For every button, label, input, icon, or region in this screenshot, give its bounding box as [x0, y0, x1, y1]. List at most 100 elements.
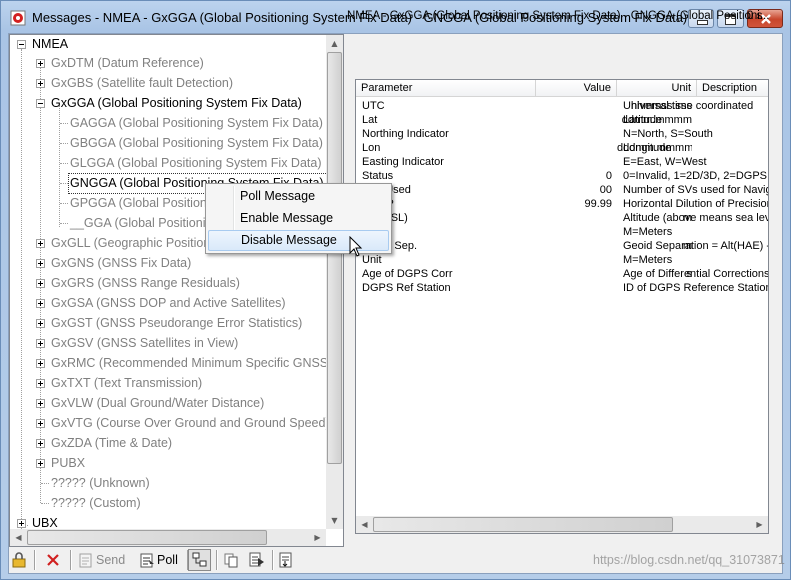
tree-node-gxgga[interactable]: GxGGA (Global Positioning System Fix Dat…	[51, 93, 302, 113]
tree-node-glgga[interactable]: GLGGA (Global Positioning System Fix Dat…	[70, 153, 321, 173]
tree-node-gagga[interactable]: GAGGA (Global Positioning System Fix Dat…	[70, 113, 323, 133]
toolbar-separator	[34, 550, 36, 570]
tree-node-gxgsv[interactable]: GxGSV (GNSS Satellites in View)	[51, 333, 238, 353]
message-grid[interactable]: Parameter Value Unit Description UTC hhmm…	[355, 79, 769, 534]
expand-icon[interactable]	[36, 59, 45, 68]
export-icon[interactable]	[278, 552, 294, 568]
tree-line	[60, 183, 68, 184]
column-header-parameter[interactable]: Parameter	[356, 80, 536, 97]
cell-parameter: DGPS Ref Station	[362, 282, 451, 294]
cell-parameter: Lon	[362, 142, 381, 154]
expand-icon[interactable]	[36, 339, 45, 348]
scroll-right-arrow[interactable]: ▶	[309, 529, 326, 546]
expand-icon[interactable]	[36, 299, 45, 308]
tree-node-unknown[interactable]: ????? (Unknown)	[51, 473, 150, 493]
tree-node-gxvtg[interactable]: GxVTG (Course Over Ground and Ground Spe…	[51, 413, 330, 433]
expand-icon[interactable]	[17, 519, 26, 528]
cell-description: E=East, W=West	[623, 156, 707, 168]
scroll-up-arrow[interactable]: ▲	[326, 35, 343, 52]
tree-node-custom[interactable]: ????? (Custom)	[51, 493, 141, 513]
expand-icon[interactable]	[36, 319, 45, 328]
column-header-unit[interactable]: Unit	[617, 80, 697, 97]
lock-icon[interactable]	[11, 552, 27, 568]
table-row[interactable]: Lat ddmm.mmmm Latitude	[356, 113, 768, 127]
cell-description: M=Meters	[623, 226, 673, 238]
cell-value: 99.99	[584, 198, 612, 210]
table-row[interactable]: Geoid Sep.mGeoid Separation = Alt(HAE) -…	[356, 239, 768, 253]
table-row[interactable]: Easting Indicator E=East, W=West	[356, 155, 768, 169]
table-row[interactable]: Age of DGPS Corr s Age of Differential Cor…	[356, 267, 768, 281]
message-tree[interactable]: NMEA GxDTM (Datum Reference) GxGBS (Sate…	[9, 34, 344, 547]
table-row[interactable]: SVs Used00Number of SVs used for Navigat…	[356, 183, 768, 197]
table-row[interactable]: UnitM=Meters	[356, 225, 768, 239]
collapse-icon[interactable]	[36, 99, 45, 108]
tree-node-pubx[interactable]: PUBX	[51, 453, 85, 473]
cell-description: Horizontal Dilution of Precision	[623, 198, 769, 210]
menu-item-poll-message[interactable]: Poll Message	[208, 186, 389, 207]
menu-item-enable-message[interactable]: Enable Message	[208, 208, 389, 229]
tree-node-gxgrs[interactable]: GxGRS (GNSS Range Residuals)	[51, 273, 240, 293]
tree-node-gxdtm[interactable]: GxDTM (Datum Reference)	[51, 53, 204, 73]
scroll-thumb[interactable]	[373, 517, 673, 532]
table-row[interactable]: Status 0 0=Invalid, 1=2D/3D, 2=DGPS, 6=Dea…	[356, 169, 768, 183]
expand-icon[interactable]	[36, 259, 45, 268]
cell-description: Altitude (above means sea level)	[623, 212, 769, 224]
paste-icon[interactable]	[249, 552, 265, 568]
expand-icon[interactable]	[36, 459, 45, 468]
tree-node-nmea[interactable]: NMEA	[32, 35, 68, 54]
expand-icon[interactable]	[36, 379, 45, 388]
tree-tool-icon	[192, 552, 207, 567]
copy-icon[interactable]	[223, 552, 239, 568]
expand-icon[interactable]	[36, 239, 45, 248]
scroll-down-arrow[interactable]: ▼	[326, 512, 343, 529]
toolbar-separator	[272, 550, 274, 570]
tree-node-gxrmc[interactable]: GxRMC (Recommended Minimum Specific GNSS…	[51, 353, 343, 373]
tree-line	[59, 103, 60, 227]
column-header-description[interactable]: Description	[697, 80, 768, 97]
scroll-thumb[interactable]	[327, 52, 342, 464]
pane-splitter[interactable]	[344, 34, 349, 547]
expand-icon[interactable]	[36, 79, 45, 88]
expand-icon[interactable]	[36, 279, 45, 288]
table-row[interactable]: HDOP99.99Horizontal Dilution of Precisio…	[356, 197, 768, 211]
column-header-value[interactable]: Value	[536, 80, 617, 97]
tree-line	[60, 143, 68, 144]
send-button[interactable]: Send	[96, 550, 125, 570]
table-row[interactable]: Northing Indicator N=North, S=South	[356, 127, 768, 141]
scroll-left-arrow[interactable]: ◀	[10, 529, 27, 546]
delete-icon[interactable]	[45, 552, 61, 568]
poll-button[interactable]: Poll	[157, 550, 178, 570]
tree-node-gxgsa[interactable]: GxGSA (GNSS DOP and Active Satellites)	[51, 293, 286, 313]
tree-node-gbgga[interactable]: GBGGA (Global Positioning System Fix Dat…	[70, 133, 323, 153]
cell-value	[536, 113, 612, 127]
tree-node-gxvlw[interactable]: GxVLW (Dual Ground/Water Distance)	[51, 393, 264, 413]
scroll-left-arrow[interactable]: ◀	[356, 516, 373, 533]
table-row[interactable]: DGPS Ref Station ID of DGPS Reference Sta…	[356, 281, 768, 295]
cell-parameter: Status	[362, 170, 394, 182]
tree-node-gxgns[interactable]: GxGNS (GNSS Fix Data)	[51, 253, 191, 273]
table-row[interactable]: Alt (MSL)mAltitude (above means sea leve…	[356, 211, 768, 225]
expand-icon[interactable]	[36, 419, 45, 428]
table-row[interactable]: Lon dddmm.mmmm Longitude	[356, 141, 768, 155]
expand-icon[interactable]	[36, 359, 45, 368]
grid-horizontal-scrollbar[interactable]: ◀ ▶	[356, 516, 768, 533]
cell-parameter: Easting Indicator	[362, 156, 444, 168]
expand-icon[interactable]	[36, 399, 45, 408]
table-row[interactable]: UnitM=Meters	[356, 253, 768, 267]
collapse-icon[interactable]	[17, 40, 26, 49]
cell-description: Latitude	[623, 114, 663, 126]
tree-line	[41, 503, 49, 504]
expand-icon[interactable]	[36, 439, 45, 448]
tree-tool-button[interactable]	[188, 549, 211, 571]
tree-node-gxgst[interactable]: GxGST (GNSS Pseudorange Error Statistics…	[51, 313, 302, 333]
scroll-right-arrow[interactable]: ▶	[751, 516, 768, 533]
cell-description: Age of Differential Corrections	[623, 268, 769, 280]
scroll-thumb[interactable]	[27, 530, 267, 545]
tree-node-gxtxt[interactable]: GxTXT (Text Transmission)	[51, 373, 202, 393]
tree-node-gxzda[interactable]: GxZDA (Time & Date)	[51, 433, 172, 453]
tree-node-gxgbs[interactable]: GxGBS (Satellite fault Detection)	[51, 73, 233, 93]
table-row[interactable]: UTC hhmmss.sss Universal time coordinated	[356, 99, 768, 113]
tree-horizontal-scrollbar[interactable]: ◀ ▶	[10, 529, 326, 546]
cell-value	[536, 155, 612, 169]
tree-vertical-scrollbar[interactable]: ▲ ▼	[326, 35, 343, 529]
